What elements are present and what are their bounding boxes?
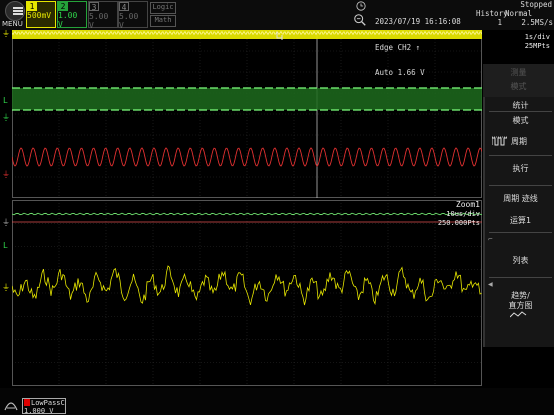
list-corner-icon: ⌐ bbox=[488, 236, 494, 243]
ch2-ground-marker[interactable]: ⏚ bbox=[2, 113, 10, 122]
period-label: 周期 bbox=[511, 137, 527, 146]
period-trace-label: 周期 迹线 bbox=[503, 194, 538, 203]
main-timebase: 1s/div bbox=[524, 33, 550, 41]
clock-icon bbox=[356, 1, 366, 11]
zoom-ground-marker[interactable]: ⏚ bbox=[2, 218, 10, 227]
channel3-scale: 5.00 V bbox=[89, 12, 109, 30]
menu-icon bbox=[5, 1, 25, 21]
lowpass-value: 1.000 V bbox=[24, 407, 54, 415]
trend-icon bbox=[510, 311, 527, 318]
mode-label: 模式 bbox=[512, 116, 529, 125]
ch1-trace-band bbox=[12, 30, 482, 39]
menu-label: MENU bbox=[2, 20, 23, 28]
channel4-button[interactable]: 4 5.00 V bbox=[118, 1, 148, 30]
history-label: History bbox=[476, 9, 508, 18]
sample-rate: 2.5MS/s bbox=[521, 17, 553, 27]
channel-offset-markers[interactable]: ⏚ L ⏚ ⏚ ⏚ L ⏚ bbox=[0, 30, 14, 390]
menu-faded-header: 测量 模式 bbox=[483, 64, 554, 97]
zoom-title: Zoom1 bbox=[455, 200, 480, 209]
acquisition-info[interactable]: Normal 2.5MS/s bbox=[505, 9, 553, 27]
list-button[interactable]: ⌐ 列表 bbox=[485, 235, 554, 275]
trend-histogram-button[interactable]: ◀ 趋势/ 直方图 bbox=[485, 280, 554, 325]
channel1-scale: 500mV bbox=[27, 11, 52, 20]
channel3-button[interactable]: 3 5.00 V bbox=[88, 1, 118, 30]
math1-button[interactable]: 运算1 bbox=[485, 215, 554, 226]
histogram-label: 直方图 bbox=[508, 301, 533, 310]
channel1-number: 1 bbox=[27, 2, 37, 11]
channel2-scale: 1.00 V bbox=[58, 11, 78, 29]
mode-period-button[interactable]: 周期 bbox=[485, 130, 554, 154]
main-waveform-area[interactable] bbox=[12, 30, 482, 198]
ch1-ground-marker[interactable]: ⏚ bbox=[2, 30, 10, 38]
main-grid-lines bbox=[12, 30, 482, 198]
zoom-waveform-area[interactable] bbox=[12, 200, 482, 386]
channel4-scale: 5.00 V bbox=[119, 12, 139, 30]
lowpass-filter-indicator[interactable]: LowPassC 1.000 V bbox=[22, 398, 66, 415]
statistics-menu: 统计 模式 周期 执行 周期 迹线 运算1 ⌐ 列表 ◀ 趋势/ 直方图 bbox=[483, 97, 554, 347]
ch3-ground-marker[interactable]: ⏚ bbox=[2, 170, 10, 179]
bottom-status-bar bbox=[0, 388, 554, 415]
lowpass-label: LowPass bbox=[31, 399, 61, 407]
main-traces bbox=[12, 30, 482, 167]
zoom-timebase: 10us/div bbox=[446, 210, 480, 218]
zoom-level-marker[interactable]: L bbox=[3, 241, 8, 250]
main-points: 25MPts bbox=[524, 42, 550, 50]
history-value: 1 bbox=[497, 17, 502, 27]
lowpass-tag bbox=[24, 399, 30, 406]
trigger-position-marker[interactable] bbox=[276, 31, 286, 41]
channel3-number: 3 bbox=[89, 2, 99, 12]
menu-title: 统计 bbox=[512, 101, 529, 110]
channel1-button[interactable]: 1 500mV bbox=[26, 1, 56, 28]
menu-button[interactable]: MENU bbox=[2, 1, 28, 29]
run-status: Stopped bbox=[520, 0, 552, 9]
zoom-icon[interactable] bbox=[353, 13, 367, 27]
period-icon bbox=[492, 136, 507, 146]
history-info[interactable]: History 1 bbox=[476, 9, 508, 27]
zoom-ch1-marker[interactable]: ⏚ bbox=[2, 283, 10, 292]
channel2-number: 2 bbox=[58, 2, 68, 11]
zoom-points: 250.000Pts bbox=[437, 219, 480, 227]
lowpass-tag-letter: C bbox=[60, 399, 65, 407]
list-label: 列表 bbox=[512, 256, 529, 265]
ch2-trace-band bbox=[12, 88, 482, 110]
ch2-level-marker[interactable]: L bbox=[3, 96, 8, 105]
menu-faded-subtitle: 模式 bbox=[510, 82, 527, 91]
left-arrow-icon: ◀ bbox=[488, 281, 493, 288]
math-button[interactable]: Math bbox=[150, 15, 176, 27]
menu-faded-title: 测量 bbox=[510, 68, 527, 77]
logic-button[interactable]: Logic bbox=[150, 2, 176, 14]
quick-action-icon[interactable] bbox=[3, 394, 19, 412]
datetime-text: 2023/07/19 16:16:08 bbox=[375, 17, 461, 26]
channel4-number: 4 bbox=[119, 2, 129, 12]
execute-button[interactable]: 执行 bbox=[485, 163, 554, 177]
channel2-button[interactable]: 2 1.00 V bbox=[57, 1, 87, 29]
